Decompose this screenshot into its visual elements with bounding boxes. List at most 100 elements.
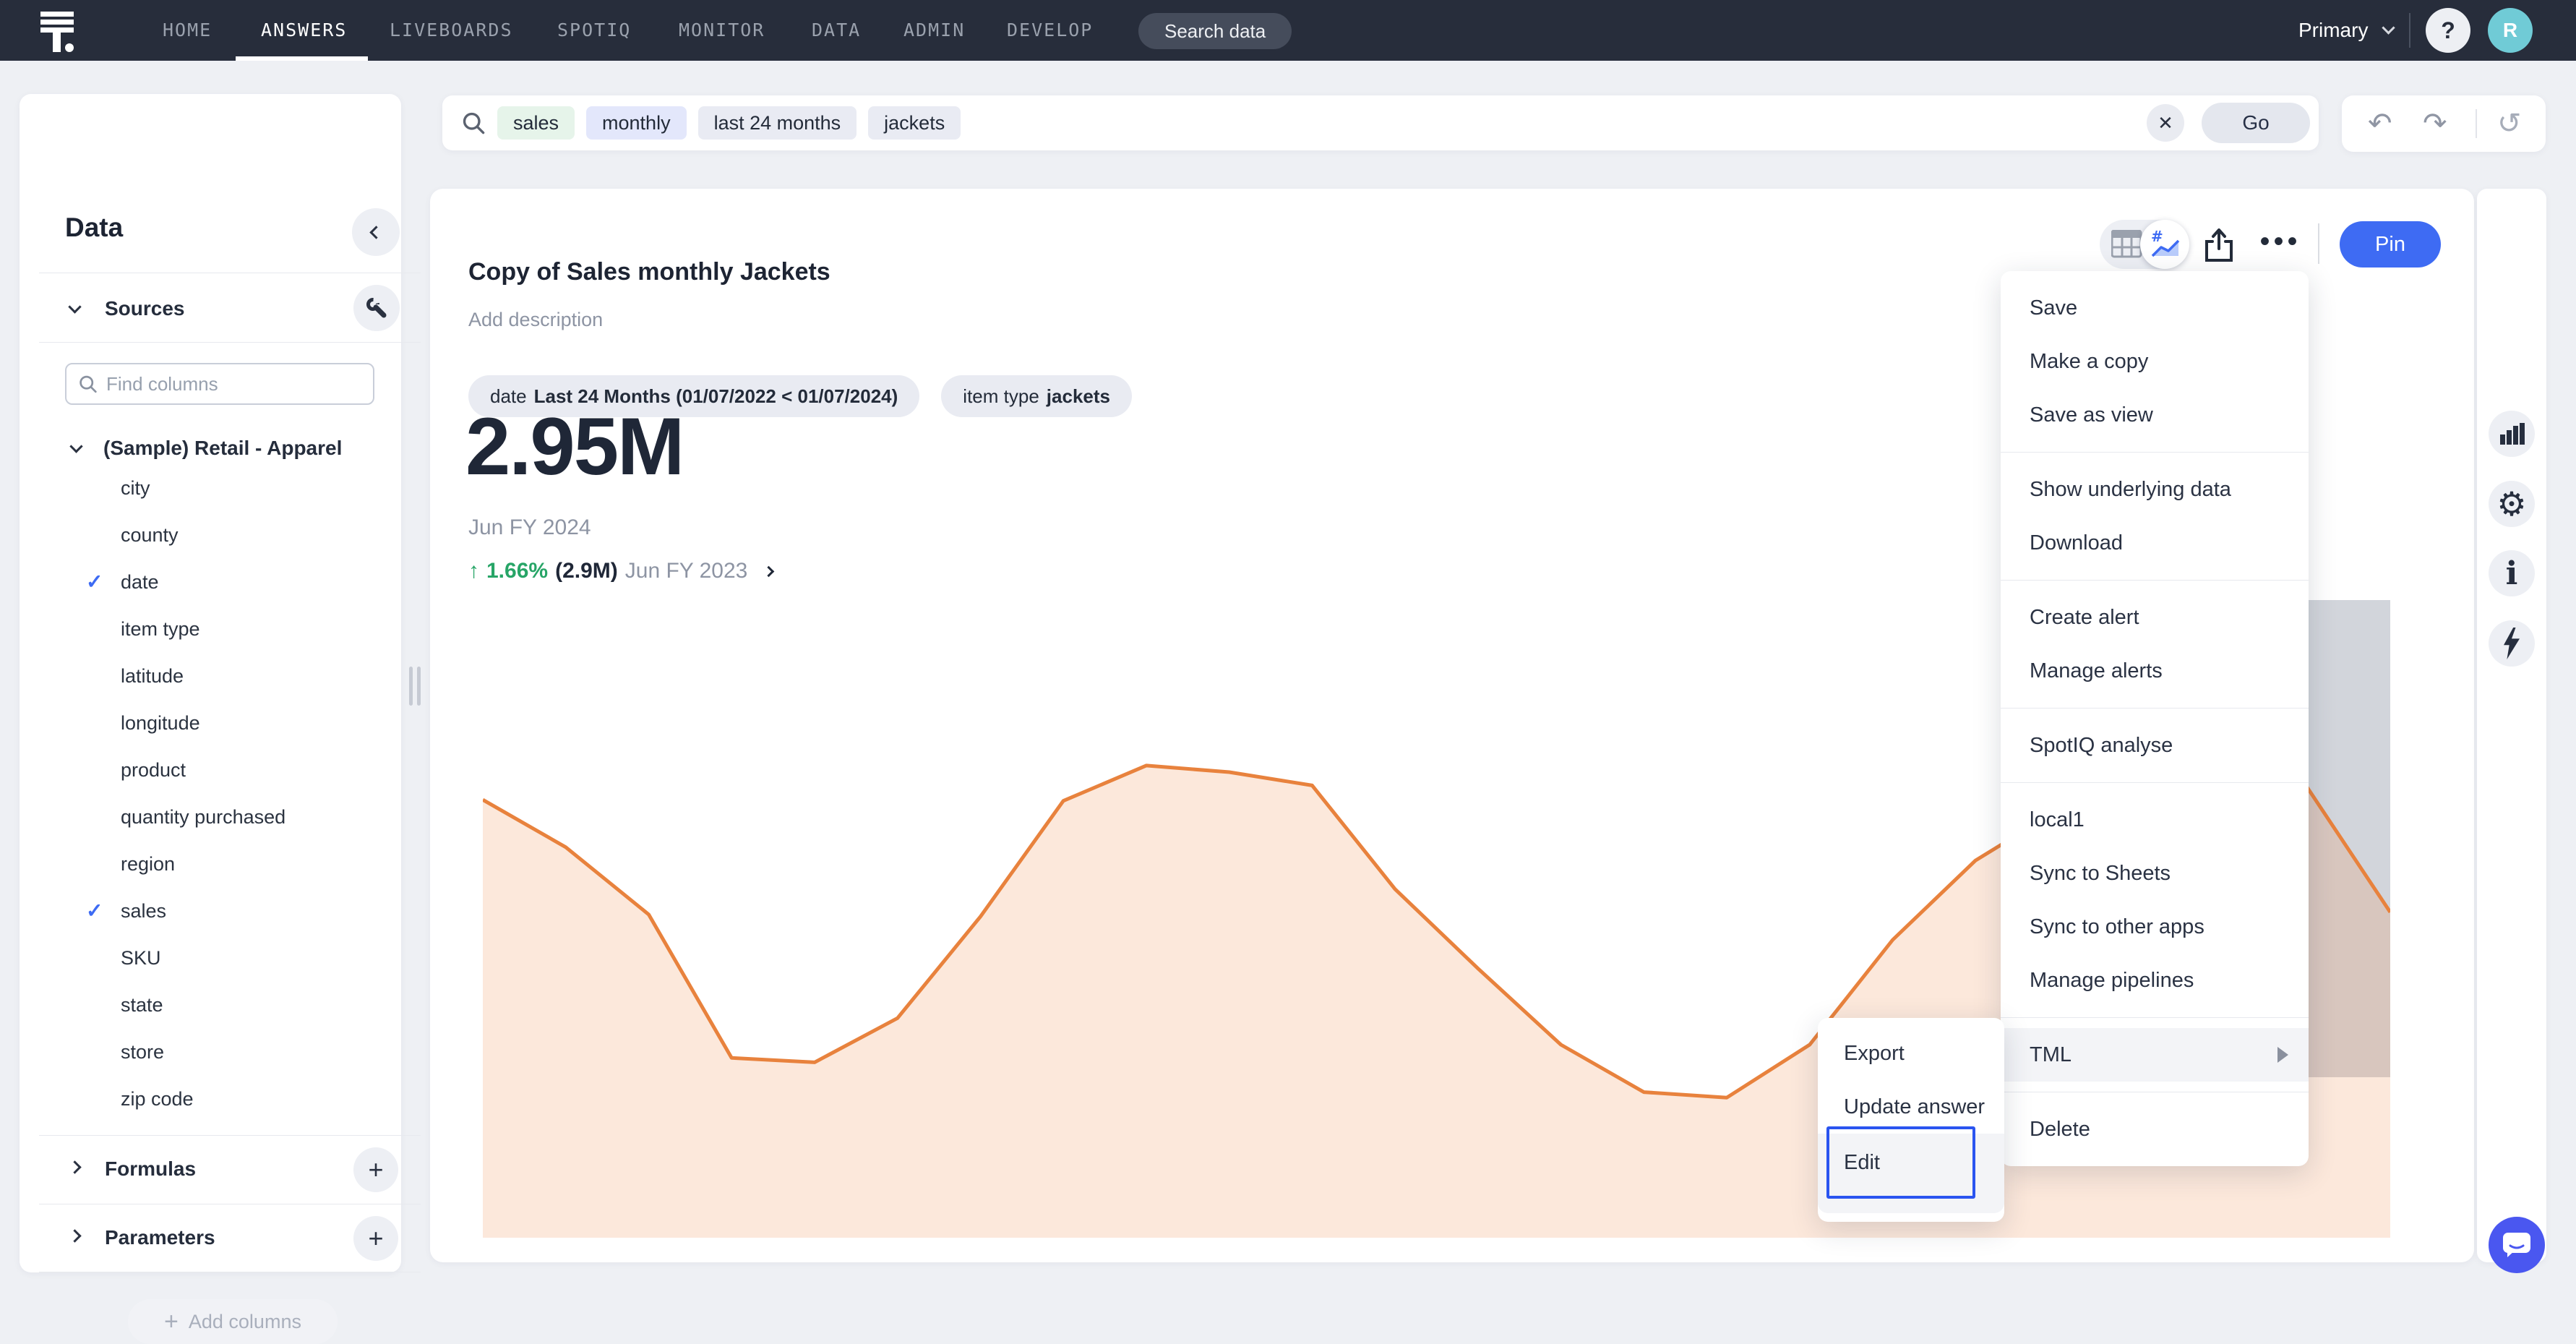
choose-sources-button[interactable]: [353, 285, 400, 331]
add-columns-button[interactable]: + Add columns: [128, 1299, 338, 1344]
column-store[interactable]: store: [121, 1041, 164, 1063]
menu-item-show-underlying-data[interactable]: Show underlying data: [2001, 463, 2309, 516]
column-longitude[interactable]: longitude: [121, 712, 200, 735]
chevron-right-icon[interactable]: [763, 565, 775, 577]
user-avatar[interactable]: R: [2488, 8, 2533, 53]
source-table-label[interactable]: (Sample) Retail - Apparel: [103, 437, 342, 460]
search-token-jackets[interactable]: jackets: [868, 106, 961, 140]
insights-button[interactable]: [2489, 620, 2535, 667]
column-date[interactable]: date: [121, 571, 159, 594]
menu-item-download[interactable]: Download: [2001, 516, 2309, 570]
column-sku[interactable]: SKU: [121, 947, 161, 970]
column-item-type[interactable]: item type: [121, 618, 200, 641]
chevron-down-icon[interactable]: [68, 300, 81, 313]
gear-icon: ⚙: [2496, 484, 2526, 523]
column-state[interactable]: state: [121, 994, 163, 1016]
column-product[interactable]: product: [121, 759, 186, 782]
answer-title[interactable]: Copy of Sales monthly Jackets: [468, 258, 830, 286]
add-description-field[interactable]: Add description: [468, 309, 603, 331]
clear-search-button[interactable]: ✕: [2147, 104, 2184, 142]
chevron-left-icon: [369, 226, 382, 239]
column-region[interactable]: region: [121, 853, 175, 876]
find-columns-input[interactable]: [106, 373, 361, 395]
chat-bubble-icon: [2502, 1231, 2532, 1259]
right-toolbar: ⚙ i: [2477, 189, 2546, 1262]
menu-item-create-alert[interactable]: Create alert: [2001, 591, 2309, 644]
panel-resize-handle[interactable]: [409, 667, 421, 706]
nav-tab-answers[interactable]: ANSWERS: [261, 0, 347, 61]
column-quantity-purchased[interactable]: quantity purchased: [121, 806, 285, 829]
search-token-monthly[interactable]: monthly: [586, 106, 687, 140]
chevron-down-icon[interactable]: [69, 440, 82, 453]
data-panel: Data Sources (Sample) Retail - Apparel c…: [20, 94, 401, 1272]
formulas-section-label[interactable]: Formulas: [105, 1157, 196, 1181]
nav-tab-monitor[interactable]: MONITOR: [679, 0, 765, 61]
menu-item-manage-alerts[interactable]: Manage alerts: [2001, 644, 2309, 698]
undo-button[interactable]: ↶: [2368, 95, 2392, 152]
thoughtspot-logo-icon[interactable]: [36, 10, 87, 52]
kpi-compare-period: Jun FY 2023: [625, 559, 748, 583]
search-token-last-24-months[interactable]: last 24 months: [698, 106, 857, 140]
menu-item-make-a-copy[interactable]: Make a copy: [2001, 335, 2309, 388]
divider: [2001, 1017, 2309, 1018]
find-columns-box: [65, 363, 374, 405]
menu-item-save-as-view[interactable]: Save as view: [2001, 388, 2309, 442]
divider: [2001, 580, 2309, 581]
question-mark-icon: ?: [2441, 17, 2455, 44]
column-latitude[interactable]: latitude: [121, 665, 184, 688]
kpi-change-row[interactable]: ↑ 1.66% (2.9M) Jun FY 2023: [468, 559, 773, 583]
chat-launcher-button[interactable]: [2489, 1217, 2545, 1273]
search-icon: [461, 111, 486, 135]
nav-tab-spotiq[interactable]: SPOTIQ: [557, 0, 631, 61]
chart-view-button[interactable]: #: [2140, 220, 2189, 269]
search-token-sales[interactable]: sales: [497, 106, 575, 140]
chevron-right-icon[interactable]: [68, 1229, 81, 1242]
parameters-section-label[interactable]: Parameters: [105, 1226, 215, 1249]
column-city[interactable]: city: [121, 477, 150, 500]
menu-item-manage-pipelines[interactable]: Manage pipelines: [2001, 954, 2309, 1007]
collapse-panel-button[interactable]: [352, 208, 400, 256]
menu-item-save[interactable]: Save: [2001, 281, 2309, 335]
column-sales[interactable]: sales: [121, 900, 166, 923]
redo-button[interactable]: ↷: [2423, 95, 2447, 152]
nav-tab-data[interactable]: DATA: [812, 0, 861, 61]
nav-tab-home[interactable]: HOME: [163, 0, 212, 61]
go-button[interactable]: Go: [2202, 103, 2310, 143]
filter-chip-item-type[interactable]: item type jackets: [941, 375, 1132, 417]
add-parameter-button[interactable]: +: [353, 1216, 398, 1261]
nav-tab-liveboards[interactable]: LIVEBOARDS: [390, 0, 513, 61]
menu-item-tml[interactable]: TML: [2001, 1028, 2309, 1082]
divider: [39, 1135, 421, 1136]
add-formula-button[interactable]: +: [353, 1147, 398, 1192]
reset-button[interactable]: ↺: [2497, 95, 2522, 152]
pin-button[interactable]: Pin: [2340, 221, 2441, 267]
submenu-item-update-answer[interactable]: Update answer: [1818, 1080, 2004, 1134]
data-panel-title: Data: [65, 213, 123, 243]
column-county[interactable]: county: [121, 524, 179, 547]
column-zip-code[interactable]: zip code: [121, 1088, 194, 1110]
help-button[interactable]: ?: [2426, 8, 2470, 53]
menu-item-sync-to-other-apps[interactable]: Sync to other apps: [2001, 900, 2309, 954]
plus-icon: +: [164, 1308, 179, 1336]
menu-item-local1[interactable]: local1: [2001, 793, 2309, 847]
menu-item-spotiq-analyse[interactable]: SpotIQ analyse: [2001, 719, 2309, 772]
lightning-icon: [2501, 628, 2523, 659]
details-button[interactable]: i: [2489, 550, 2535, 596]
org-switcher[interactable]: Primary: [2298, 0, 2368, 61]
bar-chart-icon: [2498, 420, 2525, 448]
nav-tab-admin[interactable]: ADMIN: [903, 0, 965, 61]
search-data-button[interactable]: Search data: [1138, 13, 1292, 49]
menu-item-sync-to-sheets[interactable]: Sync to Sheets: [2001, 847, 2309, 900]
share-button[interactable]: [2197, 223, 2241, 267]
table-view-icon[interactable]: [2111, 230, 2143, 259]
more-actions-button[interactable]: •••: [2251, 220, 2309, 269]
settings-button[interactable]: ⚙: [2489, 481, 2535, 527]
chart-config-button[interactable]: [2489, 411, 2535, 457]
submenu-item-edit[interactable]: Edit: [1818, 1134, 2004, 1213]
nav-tab-develop[interactable]: DEVELOP: [1007, 0, 1093, 61]
chevron-right-icon[interactable]: [68, 1160, 81, 1173]
submenu-item-export[interactable]: Export: [1818, 1027, 2004, 1080]
nav-divider: [2409, 13, 2410, 48]
search-bar[interactable]: sales monthly last 24 months jackets ✕ G…: [442, 95, 2319, 150]
menu-item-delete[interactable]: Delete: [2001, 1103, 2309, 1156]
